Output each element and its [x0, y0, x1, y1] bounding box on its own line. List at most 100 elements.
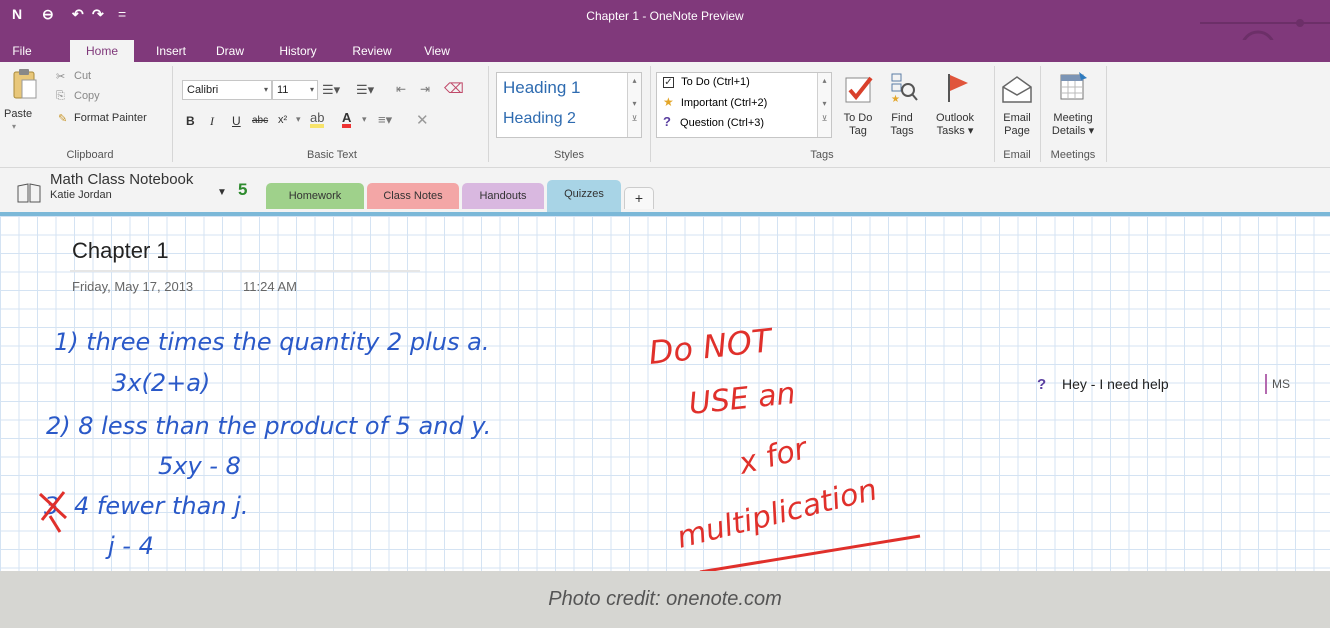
increase-indent-icon[interactable]: ⇥ [420, 82, 430, 96]
red-ink-line-4[interactable]: multiplication [673, 472, 880, 555]
red-ink-line-3[interactable]: x for [734, 431, 812, 482]
bullets-icon[interactable]: ☰▾ [322, 82, 340, 98]
decrease-indent-icon[interactable]: ⇤ [396, 82, 406, 96]
section-tab-handouts[interactable]: Handouts [462, 183, 544, 209]
tags-gallery[interactable]: ✓ To Do (Ctrl+1) ★ Important (Ctrl+2) ? … [656, 72, 832, 138]
tags-scrollbar[interactable]: ▴ ▾ ⊻ [817, 73, 831, 137]
window-title: Chapter 1 - OneNote Preview [586, 9, 744, 23]
meeting-details-button[interactable]: Meeting Details ▾ [1044, 112, 1102, 138]
italic-button[interactable]: I [210, 114, 214, 129]
outlook-tasks-line2: Tasks ▾ [936, 125, 974, 137]
svg-text:★: ★ [891, 94, 900, 104]
ink-canvas[interactable]: 1) three times the quantity 2 plus a. 3x… [0, 216, 1330, 571]
tag-label: To Do (Ctrl+1) [681, 76, 750, 88]
tag-item-todo[interactable]: ✓ To Do (Ctrl+1) [663, 76, 750, 88]
superscript-button[interactable]: x² [278, 114, 287, 126]
scroll-down-icon[interactable]: ▾ [818, 99, 831, 108]
styles-scrollbar[interactable]: ▴ ▾ ⊻ [627, 73, 641, 137]
font-color-icon[interactable]: A [342, 111, 352, 128]
meetings-group-label: Meetings [1050, 149, 1096, 161]
ribbon-divider [1106, 66, 1107, 162]
notebook-name[interactable]: Math Class Notebook [50, 171, 193, 188]
section-tab-class-notes[interactable]: Class Notes [367, 183, 459, 209]
ink-line-6[interactable]: j - 4 [105, 532, 154, 560]
tab-draw[interactable]: Draw [208, 40, 252, 62]
tab-history[interactable]: History [270, 40, 326, 62]
scroll-up-icon[interactable]: ▴ [628, 76, 641, 85]
question-icon: ? [663, 114, 671, 129]
email-page-line2: Page [1004, 125, 1030, 137]
styles-gallery[interactable]: Heading 1 Heading 2 ▴ ▾ ⊻ [496, 72, 642, 138]
scroll-up-icon[interactable]: ▴ [818, 76, 831, 85]
find-tags-line2: Tags [890, 125, 914, 137]
section-tab-homework[interactable]: Homework [266, 183, 364, 209]
underline-button[interactable]: U [232, 114, 241, 128]
tag-label: Question (Ctrl+3) [680, 117, 765, 129]
author-indicator-bar [1265, 374, 1267, 394]
align-icon[interactable]: ≡▾ [378, 112, 392, 128]
scroll-down-icon[interactable]: ▾ [628, 99, 641, 108]
font-family-combo[interactable]: Calibri ▾ [182, 80, 272, 100]
tab-file[interactable]: File [0, 40, 44, 62]
todo-tag-button[interactable]: To Do Tag [838, 112, 878, 138]
format-painter-button[interactable]: Format Painter [74, 112, 147, 124]
numbering-icon[interactable]: ☰▾ [356, 82, 374, 98]
ribbon-divider [650, 66, 651, 162]
paste-icon[interactable] [12, 68, 38, 102]
tag-item-question[interactable]: ? Question (Ctrl+3) [663, 114, 764, 129]
question-tag-icon[interactable]: ? [1037, 376, 1046, 393]
font-size-combo[interactable]: 11 ▾ [272, 80, 318, 100]
ink-line-5[interactable]: 4 fewer than j. [74, 492, 248, 520]
tab-insert[interactable]: Insert [146, 40, 196, 62]
notebook-back-arrow-icon[interactable]: 5 [238, 180, 247, 200]
help-note-text[interactable]: Hey - I need help [1062, 376, 1169, 392]
find-tags-button[interactable]: Find Tags [884, 112, 920, 138]
todo-tag-icon[interactable] [844, 74, 874, 104]
copy-button[interactable]: Copy [74, 90, 100, 102]
clear-formatting-icon[interactable]: ⌫ [444, 80, 464, 97]
ink-line-3[interactable]: 2) 8 less than the product of 5 and y. [46, 412, 491, 440]
tab-home[interactable]: Home [70, 40, 134, 64]
style-heading-1[interactable]: Heading 1 [503, 78, 581, 98]
section-tab-quizzes[interactable]: Quizzes [547, 180, 621, 212]
cut-button[interactable]: Cut [74, 70, 91, 82]
meeting-calendar-icon[interactable] [1058, 70, 1090, 102]
style-heading-2[interactable]: Heading 2 [503, 110, 576, 128]
clipboard-group-label: Clipboard [66, 149, 114, 161]
paste-button[interactable]: Paste [4, 108, 32, 120]
email-page-line1: Email [1003, 112, 1031, 124]
ribbon-divider [1040, 66, 1041, 162]
ink-number-three-crossed-out[interactable]: 3 [38, 491, 68, 533]
add-section-button[interactable]: + [624, 187, 654, 209]
meeting-details-line1: Meeting [1053, 112, 1093, 124]
strikethrough-button[interactable]: abc [252, 115, 268, 126]
meeting-details-line2: Details ▾ [1051, 125, 1095, 137]
ink-line-2[interactable]: 3x(2+a) [112, 369, 210, 397]
email-page-button[interactable]: Email Page [998, 112, 1036, 138]
delete-icon[interactable]: ✕ [416, 111, 429, 129]
red-ink-line-1[interactable]: Do NOT [647, 321, 776, 372]
ink-line-4[interactable]: 5xy - 8 [158, 452, 241, 480]
gallery-more-icon[interactable]: ⊻ [818, 114, 831, 123]
flag-icon[interactable] [944, 72, 972, 104]
tab-review[interactable]: Review [344, 40, 400, 62]
tab-view[interactable]: View [414, 40, 460, 62]
notebook-book-icon[interactable] [16, 182, 42, 204]
font-family-value: Calibri [187, 84, 219, 96]
ink-line-1[interactable]: 1) three times the quantity 2 plus a. [54, 328, 489, 356]
find-tags-icon[interactable]: ★ [888, 72, 920, 104]
tag-item-important[interactable]: ★ Important (Ctrl+2) [663, 95, 767, 109]
red-ink-line-2[interactable]: USE an [687, 376, 797, 422]
email-envelope-icon[interactable] [1000, 74, 1034, 104]
highlight-icon[interactable]: ab [310, 111, 325, 128]
chevron-down-icon[interactable]: ▾ [362, 114, 367, 125]
note-page[interactable]: Chapter 1 Friday, May 17, 2013 11:24 AM … [0, 212, 1330, 571]
bold-button[interactable]: B [186, 114, 195, 128]
star-icon: ★ [663, 95, 674, 109]
outlook-tasks-button[interactable]: Outlook Tasks ▾ [928, 112, 982, 138]
notebook-dropdown-icon[interactable]: ▼ [217, 187, 227, 198]
author-initials: MS [1272, 377, 1290, 391]
paste-dropdown-icon[interactable]: ▾ [12, 122, 16, 131]
gallery-more-icon[interactable]: ⊻ [628, 114, 641, 123]
chevron-down-icon[interactable]: ▾ [296, 114, 301, 125]
